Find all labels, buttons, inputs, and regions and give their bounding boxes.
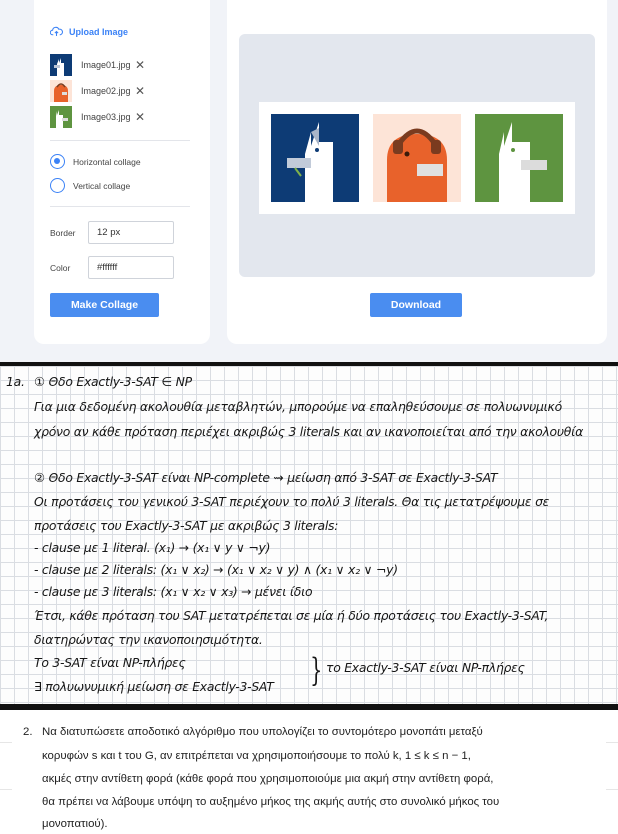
collage-app: Upload Image Image01.jpg ✕ Image02.jpg ✕ [0,0,618,362]
note-line: - clause με 1 literal. (x₁) → (x₁ ∨ y ∨ … [34,540,271,555]
handwritten-notes: 1a. ① Θδο Exactly-3-SAT ∈ NP Για μια δεδ… [0,366,618,704]
collage-image-3 [475,114,563,202]
note-line: ② Θδο Exactly-3-SAT είναι NP-complete ⇝ … [34,470,498,485]
divider [50,140,190,141]
file-thumbnail [50,54,72,76]
file-thumbnail [50,80,72,102]
note-line: - clause με 3 literals: (x₁ ∨ x₂ ∨ x₃) →… [34,584,313,599]
margin-rule [606,789,618,790]
note-line: διατηρώντας την ικανοποιησιμότητα. [34,632,263,647]
color-label: Color [50,263,71,273]
capybara-illustration [387,128,447,202]
problem-line: κορυφών s και t του G, αν επιτρέπεται να… [42,750,471,762]
upload-image-label: Upload Image [69,26,129,37]
download-button[interactable]: Download [370,293,462,317]
vertical-collage-label: Vertical collage [73,180,131,191]
problem-number: 2. [23,726,33,738]
horizontal-collage-label: Horizontal collage [73,156,141,167]
problem-statement: 2. Να διατυπώσετε αποδοτικό αλγόριθμο πο… [0,710,618,834]
note-line: ∃ πολυωνυμική μείωση σε Exactly-3-SAT [34,679,274,694]
note-line: χρόνο αν κάθε πρόταση περιέχει ακριβώς 3… [34,424,583,439]
vertical-collage-option[interactable]: Vertical collage [50,178,130,193]
margin-rule [606,742,618,743]
note-problem-label: 1a. [6,374,25,389]
file-thumbnail [50,106,72,128]
radio-selected-icon[interactable] [50,154,65,169]
remove-file-icon[interactable]: ✕ [135,111,145,123]
collage-image-2 [373,114,461,202]
llama-illustration [499,122,547,202]
collage-image-1 [271,114,359,202]
llama-thumbnail-icon [54,58,64,76]
upload-image-button[interactable]: Upload Image [50,26,128,37]
llama-illustration [287,122,333,202]
note-line: Για μια δεδομένη ακολουθία μεταβλητών, μ… [34,399,562,414]
llama-thumbnail-icon [56,110,68,128]
margin-rule [0,789,12,790]
problem-line: Να διατυπώσετε αποδοτικό αλγόριθμο που υ… [42,726,483,738]
border-label: Border [50,228,76,238]
note-line: ① Θδο Exactly-3-SAT ∈ NP [34,374,192,389]
divider [50,206,190,207]
cloud-upload-icon [50,26,63,37]
file-name: Image02.jpg [81,86,131,96]
problem-line: ακμές στην αντίθετη φορά (κάθε φορά που … [42,773,494,785]
note-line: Έτσι, κάθε πρόταση του SAT μετατρέπεται … [34,608,549,623]
note-line: Οι προτάσεις του γενικού 3-SAT περιέχουν… [34,494,550,509]
file-item: Image03.jpg ✕ [50,106,145,128]
note-line: Το 3-SAT είναι NP-πλήρες [34,655,186,670]
radio-unselected-icon[interactable] [50,178,65,193]
problem-line: μονοπατιού). [42,818,108,830]
capybara-thumbnail-icon [54,83,68,102]
remove-file-icon[interactable]: ✕ [135,85,145,97]
note-conclusion: το Exactly-3-SAT είναι NP-πλήρες [326,660,525,675]
make-collage-button[interactable]: Make Collage [50,293,159,317]
file-item: Image01.jpg ✕ [50,54,145,76]
horizontal-collage-option[interactable]: Horizontal collage [50,154,141,169]
note-line: προτάσεις του Exactly-3-SAT με ακριβώς 3… [34,518,339,533]
margin-rule [0,742,12,743]
file-name: Image01.jpg [81,60,131,70]
note-line: - clause με 2 literals: (x₁ ∨ x₂) → (x₁ … [34,562,398,577]
curly-brace: } [310,651,323,689]
border-input[interactable]: 12 px [88,221,174,244]
file-item: Image02.jpg ✕ [50,80,145,102]
color-input[interactable]: #ffffff [88,256,174,279]
problem-line: θα πρέπει να λάβουμε υπόψη το αυξημένο μ… [42,796,500,808]
file-name: Image03.jpg [81,112,131,122]
remove-file-icon[interactable]: ✕ [135,59,145,71]
collage-canvas [259,102,575,214]
